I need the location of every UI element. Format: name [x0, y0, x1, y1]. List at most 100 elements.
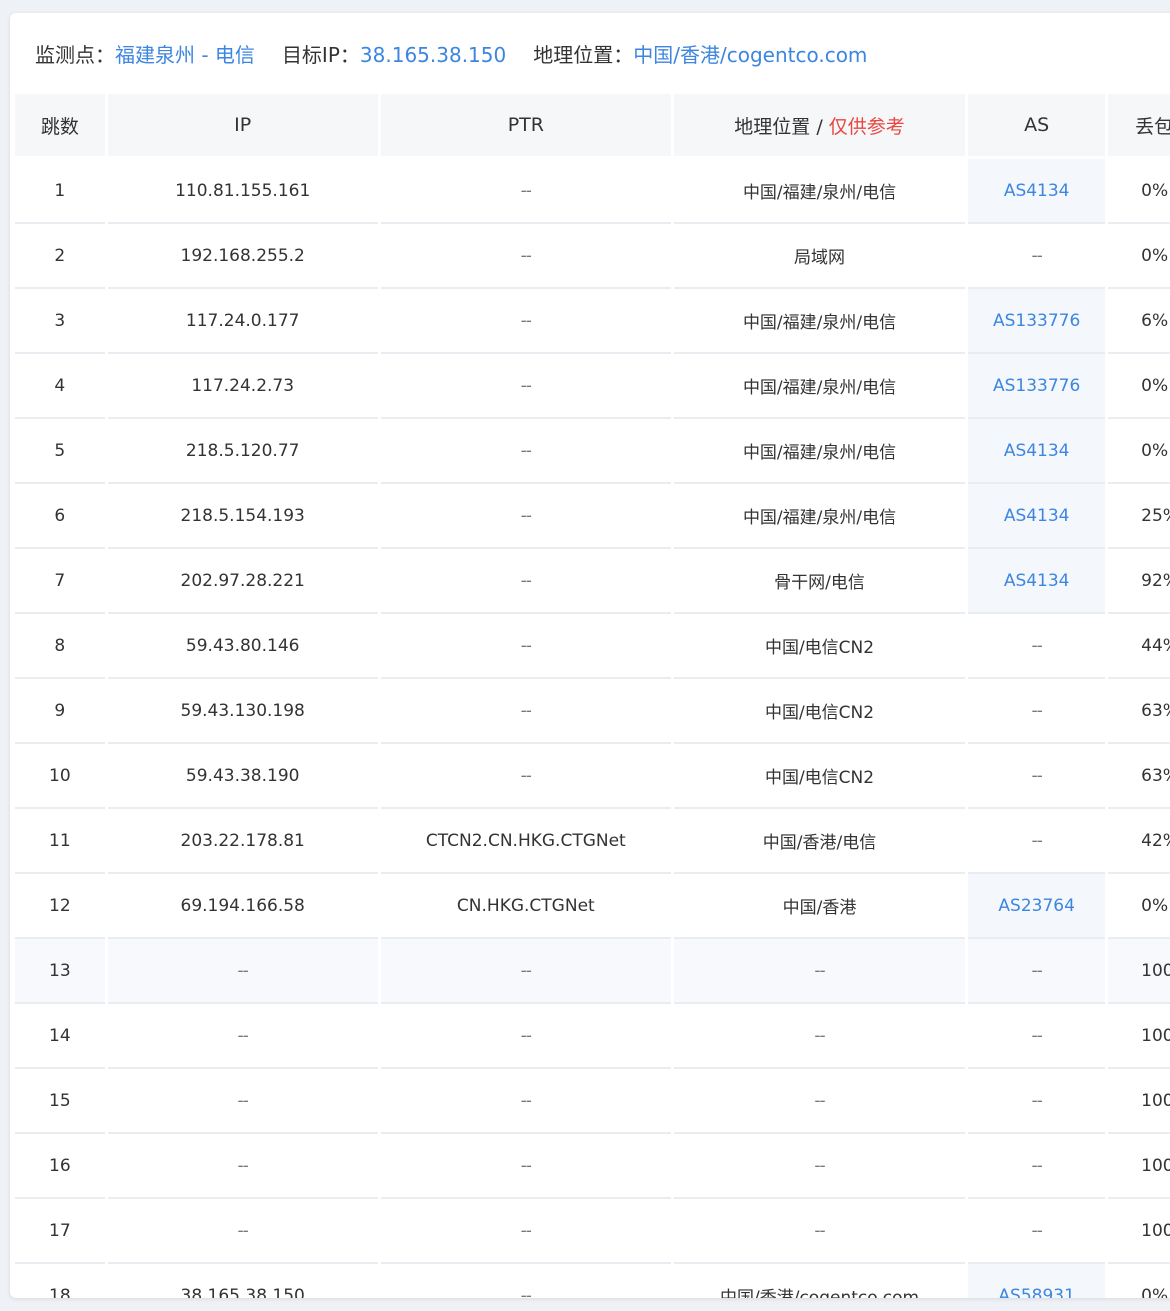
as-cell: --: [968, 809, 1106, 874]
geo-cell: 中国/福建/泉州/电信: [673, 484, 966, 549]
target-ip: 目标IP：38.165.38.150: [282, 39, 506, 68]
ip-cell: 203.22.178.81: [107, 809, 378, 874]
loss-cell: 92%: [1108, 549, 1170, 614]
table-row: 12 69.194.166.58 CN.HKG.CTGNet 中国/香港 AS23764…: [15, 874, 1170, 939]
ip-cell: 218.5.120.77: [107, 419, 378, 484]
hop-cell: 3: [15, 289, 105, 354]
as-link[interactable]: AS23764: [968, 874, 1106, 939]
geo-cell: 中国/福建/泉州/电信: [673, 159, 966, 224]
geo-location: 地理位置：中国/香港/cogentco.com: [533, 39, 867, 68]
as-link[interactable]: AS58931: [968, 1264, 1106, 1298]
ptr-cell: --: [381, 1264, 671, 1299]
as-link[interactable]: AS4134: [968, 549, 1106, 614]
as-link[interactable]: AS133776: [968, 289, 1106, 354]
loss-cell: 0%: [1108, 874, 1170, 939]
loss-cell: 25%: [1108, 484, 1170, 549]
header-loss: 丢包率: [1108, 94, 1170, 159]
table-row: 11 203.22.178.81 CTCN2.CN.HKG.CTGNet 中国/香港/…: [15, 809, 1170, 874]
ip-cell: 202.97.28.221: [107, 549, 378, 614]
hop-cell: 8: [15, 614, 105, 679]
ip-cell: 117.24.0.177: [107, 289, 378, 354]
geo-cell: 中国/香港/电信: [673, 809, 966, 874]
loss-cell: 0%: [1108, 419, 1170, 484]
table-row: 3 117.24.0.177 -- 中国/福建/泉州/电信 AS133776 6%: [15, 289, 1170, 354]
table-row: 6218.5.154.193--中国/福建/泉州/电信AS413425%: [15, 484, 1170, 549]
geo-cell: 中国/电信CN2: [673, 744, 966, 809]
hop-cell: 2: [15, 224, 105, 289]
target-label: 目标IP：: [281, 42, 360, 67]
ip-cell: --: [107, 1004, 378, 1069]
as-link[interactable]: AS133776: [968, 354, 1106, 419]
ip-cell: 69.194.166.58: [107, 874, 378, 939]
info-bar: 监测点：福建泉州 - 电信 目标IP：38.165.38.150 地理位置：中国…: [10, 13, 1170, 93]
geo-cell: 中国/福建/泉州/电信: [673, 419, 966, 484]
geo-cell: --: [673, 939, 966, 1004]
hop-cell: 10: [15, 744, 105, 809]
table-row: 7202.97.28.221--骨干网/电信AS413492%: [15, 549, 1170, 614]
as-link[interactable]: AS4134: [968, 484, 1106, 549]
as-cell: --: [968, 1069, 1106, 1134]
traceroute-card: 监测点：福建泉州 - 电信 目标IP：38.165.38.150 地理位置：中国…: [10, 13, 1170, 1298]
loss-cell: 100%: [1108, 1069, 1170, 1134]
header-ip: IP: [107, 94, 378, 159]
hop-cell: 9: [15, 679, 105, 744]
geo-cell: 中国/福建/泉州/电信: [673, 289, 966, 354]
geo-cell: 局域网: [673, 224, 966, 289]
as-cell: --: [968, 744, 1106, 809]
hop-cell: 5: [15, 419, 105, 484]
ip-cell: --: [107, 1069, 378, 1134]
loss-cell: 0%: [1108, 159, 1170, 224]
ptr-cell: --: [380, 1199, 671, 1264]
hop-cell: 16: [15, 1134, 105, 1199]
hop-cell: 18: [15, 1264, 105, 1299]
geo-cell: 中国/香港/cogentco.com: [674, 1264, 965, 1298]
table-row: 1 110.81.155.161 -- 中国/福建/泉州/电信 AS4134 0%: [15, 159, 1170, 224]
as-cell: --: [968, 614, 1106, 679]
loss-cell: 0%: [1108, 224, 1170, 289]
hops-table: 跳数 IP PTR 地理位置 / 仅供参考 AS 丢包率 1110.81.155…: [12, 94, 1170, 1298]
table-row: 17--------100%: [15, 1199, 1170, 1264]
ptr-cell: --: [380, 159, 671, 224]
header-as: AS: [968, 94, 1106, 159]
ptr-cell: --: [380, 614, 671, 679]
ptr-cell: --: [380, 224, 671, 289]
as-link[interactable]: AS4134: [968, 419, 1106, 484]
hop-cell: 12: [15, 874, 105, 939]
hop-cell: 1: [15, 159, 105, 224]
ip-cell: --: [107, 1199, 378, 1264]
geo-cell: --: [673, 1004, 966, 1069]
table-row: 1059.43.38.190--中国/电信CN2--63%: [15, 744, 1170, 809]
ip-cell: 38.165.38.150: [108, 1264, 378, 1299]
loss-cell: 63%: [1108, 679, 1170, 744]
target-value: 38.165.38.150: [359, 42, 507, 67]
as-cell: --: [968, 1199, 1106, 1264]
header-hop: 跳数: [15, 94, 105, 159]
header-geo-note: 仅供参考: [828, 115, 905, 138]
loss-cell: 0%: [1108, 1264, 1170, 1299]
as-cell: --: [968, 224, 1106, 289]
as-cell: --: [968, 679, 1106, 744]
geo-cell: 中国/福建/泉州/电信: [673, 354, 966, 419]
geo-cell: --: [673, 1069, 966, 1134]
header-geo-label: 地理位置: [734, 115, 811, 138]
hop-cell: 6: [15, 484, 105, 549]
as-link[interactable]: AS4134: [968, 159, 1106, 224]
geo-cell: --: [673, 1199, 966, 1264]
monitor-label: 监测点：: [35, 42, 115, 67]
hop-cell: 7: [15, 549, 105, 614]
loss-cell: 0%: [1108, 354, 1170, 419]
table-row: 959.43.130.198--中国/电信CN2--63%: [15, 679, 1170, 744]
ptr-cell: --: [380, 1004, 671, 1069]
ip-cell: 110.81.155.161: [107, 159, 378, 224]
hop-cell: 13: [15, 939, 105, 1004]
ptr-cell: CTCN2.CN.HKG.CTGNet: [380, 809, 671, 874]
ptr-cell: --: [380, 939, 671, 1004]
table-row: 5 218.5.120.77 -- 中国/福建/泉州/电信 AS4134 0%: [15, 419, 1170, 484]
ptr-cell: --: [380, 354, 671, 419]
ip-cell: 192.168.255.2: [107, 224, 378, 289]
as-cell: --: [968, 939, 1106, 1004]
hop-cell: 14: [15, 1004, 105, 1069]
ip-cell: --: [107, 939, 378, 1004]
ptr-cell: --: [380, 1069, 671, 1134]
geo-value: 中国/香港/cogentco.com: [633, 42, 868, 67]
